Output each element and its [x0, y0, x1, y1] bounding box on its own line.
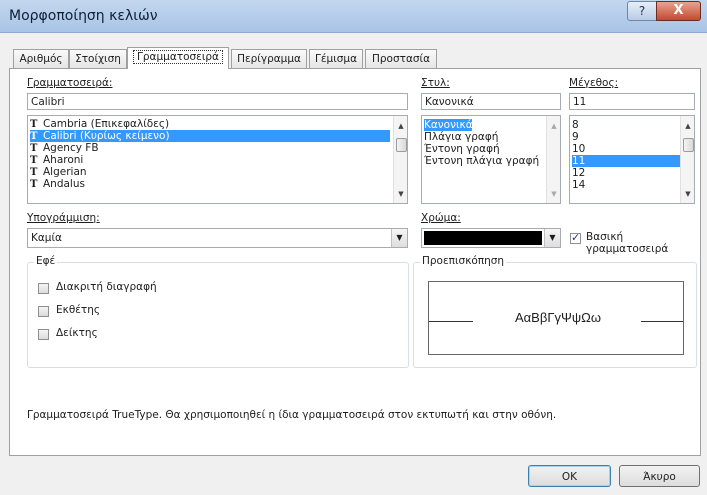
- chevron-down-icon[interactable]: ▼: [544, 229, 560, 247]
- tab-border[interactable]: Περίγραμμα: [231, 49, 307, 68]
- effects-legend: Εφέ: [34, 255, 58, 267]
- list-item[interactable]: 11: [572, 155, 680, 167]
- style-list-scrollbar[interactable]: ▲ ▼: [546, 116, 560, 203]
- color-label: Χρώμα:: [421, 212, 461, 224]
- list-item[interactable]: T Calibri (Κυρίως κείμενο): [30, 130, 390, 142]
- size-input[interactable]: 11: [569, 93, 695, 110]
- font-list[interactable]: T Cambria (Επικεφαλίδες) T Calibri (Κυρίως…: [27, 115, 408, 204]
- tab-fill[interactable]: Γέμισμα: [309, 49, 363, 68]
- subscript-checkbox[interactable]: [38, 329, 49, 340]
- list-item[interactable]: T Cambria (Επικεφαλίδες): [30, 118, 390, 130]
- list-item[interactable]: 14: [572, 179, 680, 191]
- font-list-scrollbar[interactable]: ▲ ▼: [393, 116, 407, 203]
- tab-alignment[interactable]: Στοίχιση: [69, 49, 127, 68]
- scroll-thumb[interactable]: [396, 138, 407, 152]
- list-item[interactable]: T Aharoni: [30, 154, 390, 166]
- normal-font-label[interactable]: Βασική γραμματοσειρά: [586, 231, 700, 255]
- preview-group: Προεπισκόπηση ΑαΒβΓγΨψΩω: [413, 255, 697, 368]
- superscript-label[interactable]: Εκθέτης: [56, 304, 100, 316]
- preview-box: ΑαΒβΓγΨψΩω: [428, 281, 684, 355]
- scroll-thumb[interactable]: [683, 138, 694, 152]
- info-text: Γραμματοσειρά TrueType. Θα χρησιμοποιηθε…: [27, 409, 557, 421]
- cancel-button[interactable]: Άκυρο: [619, 465, 700, 487]
- underline-label: Υπογράμμιση:: [27, 212, 100, 224]
- style-label: Στυλ:: [421, 77, 450, 89]
- scroll-down-icon[interactable]: ▼: [681, 190, 694, 198]
- size-label: Μέγεθος:: [569, 77, 619, 89]
- normal-font-checkbox[interactable]: [570, 231, 581, 244]
- size-list[interactable]: 8 9 10 11 12 14 ▲ ▼: [569, 115, 695, 204]
- list-item[interactable]: 9: [572, 131, 680, 143]
- window-title: Μορφοποίηση κελιών: [9, 8, 158, 24]
- list-item[interactable]: T Algerian: [30, 166, 390, 178]
- list-item[interactable]: Πλάγια γραφή: [424, 131, 498, 143]
- strikethrough-checkbox[interactable]: [38, 283, 49, 294]
- scroll-up-icon[interactable]: ▲: [394, 122, 407, 130]
- close-button[interactable]: X: [656, 1, 701, 21]
- underline-dropdown[interactable]: Καμία ▼: [27, 228, 408, 248]
- list-item[interactable]: Έντονη πλάγια γραφή: [424, 155, 539, 167]
- scroll-down-icon[interactable]: ▼: [394, 190, 407, 198]
- preview-sample: ΑαΒβΓγΨψΩω: [515, 310, 601, 325]
- scroll-up-icon[interactable]: ▲: [547, 122, 560, 130]
- list-item[interactable]: 8: [572, 119, 680, 131]
- superscript-checkbox[interactable]: [38, 306, 49, 317]
- tab-font[interactable]: Γραμματοσειρά: [127, 47, 229, 69]
- scroll-up-icon[interactable]: ▲: [681, 122, 694, 130]
- style-list[interactable]: Κανονικά Πλάγια γραφή Έντονη γραφή Έντον…: [421, 115, 561, 204]
- tab-protection[interactable]: Προστασία: [365, 49, 437, 68]
- list-item[interactable]: 10: [572, 143, 680, 155]
- help-button[interactable]: ?: [627, 1, 657, 21]
- chevron-down-icon[interactable]: ▼: [391, 229, 407, 247]
- ok-button[interactable]: OK: [528, 465, 611, 487]
- truetype-icon: T: [30, 179, 38, 190]
- subscript-label[interactable]: Δείκτης: [56, 327, 98, 339]
- list-item[interactable]: 12: [572, 167, 680, 179]
- preview-legend: Προεπισκόπηση: [420, 255, 507, 267]
- strikethrough-label[interactable]: Διακριτή διαγραφή: [56, 281, 157, 293]
- list-item[interactable]: Έντονη γραφή: [424, 143, 500, 155]
- list-item[interactable]: T Agency FB: [30, 142, 390, 154]
- color-dropdown[interactable]: ▼: [421, 228, 561, 248]
- title-bar: Μορφοποίηση κελιών ? X: [0, 0, 707, 33]
- preview-baseline-right: [641, 321, 683, 322]
- list-item[interactable]: Κανονικά: [424, 119, 473, 131]
- tab-number[interactable]: Αριθμός: [13, 49, 69, 68]
- dialog-body: Αριθμός Στοίχιση Γραμματοσειρά Περίγραμμ…: [0, 33, 707, 495]
- effects-group: Εφέ Διακριτή διαγραφή Εκθέτης Δείκτης: [27, 255, 409, 368]
- font-tab-panel: Γραμματοσειρά: Calibri T Cambria (Επικεφα…: [9, 68, 701, 456]
- size-list-scrollbar[interactable]: ▲ ▼: [680, 116, 694, 203]
- style-input[interactable]: Κανονικά: [421, 93, 561, 110]
- font-label: Γραμματοσειρά:: [27, 77, 113, 89]
- underline-value: Καμία: [31, 232, 62, 244]
- scroll-down-icon[interactable]: ▼: [547, 190, 560, 198]
- font-input[interactable]: Calibri: [27, 93, 408, 110]
- preview-baseline-left: [429, 321, 473, 322]
- color-swatch: [424, 231, 542, 245]
- list-item[interactable]: T Andalus: [30, 178, 390, 190]
